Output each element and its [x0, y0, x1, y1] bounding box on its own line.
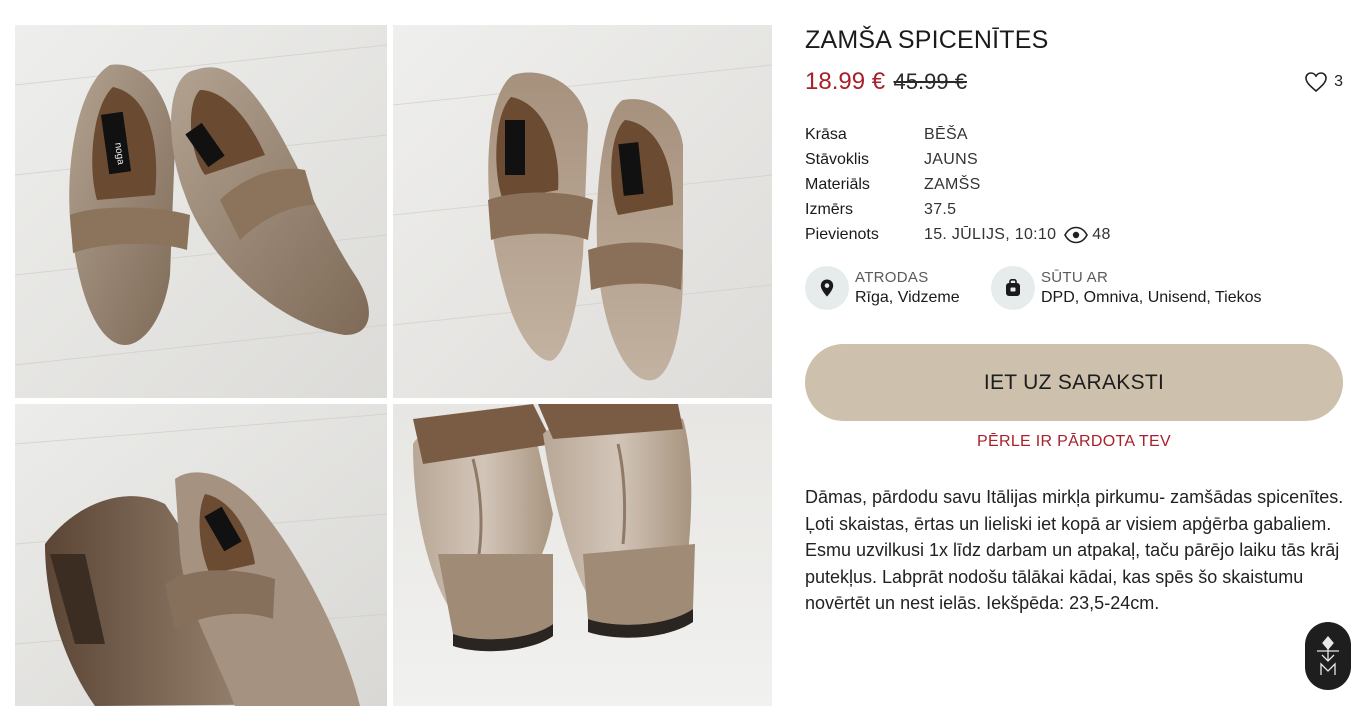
- location-block: ATRODAS Rīga, Vidzeme: [805, 266, 960, 310]
- go-to-list-button[interactable]: IET UZ SARAKSTI: [805, 344, 1343, 421]
- views-counter: 48: [1064, 226, 1110, 244]
- floating-brand-button[interactable]: [1305, 622, 1351, 690]
- attribute-label: Materiāls: [805, 175, 870, 193]
- attribute-row: Izmērs 37.5: [805, 197, 1111, 222]
- attribute-label: Pievienots: [805, 225, 879, 243]
- attribute-label: Krāsa: [805, 125, 847, 143]
- location-icon-circle: [805, 266, 849, 310]
- attribute-label: Stāvoklis: [805, 150, 870, 168]
- listing-title: ZAMŠA SPICENĪTES: [805, 26, 1049, 54]
- shipping-label: SŪTU AR: [1041, 269, 1109, 286]
- location-pin-icon: [820, 279, 834, 297]
- package-icon: [1006, 279, 1020, 296]
- brand-logo-icon: [1317, 635, 1339, 675]
- attribute-row: Pievienots 15. JŪLIJS, 10:10 48: [805, 222, 1111, 247]
- attribute-row: Stāvoklis JAUNS: [805, 147, 1111, 172]
- attribute-value: JAUNS: [924, 150, 978, 168]
- attributes-list: Krāsa BĒŠA Stāvoklis JAUNS Materiāls ZAM…: [805, 122, 1111, 247]
- listing-description: Dāmas, pārdodu savu Itālijas mirkļa pirk…: [805, 487, 1344, 614]
- listing-meta: ATRODAS Rīga, Vidzeme SŪTU AR DPD, Omniv…: [805, 266, 1345, 314]
- location-label: ATRODAS: [855, 269, 929, 286]
- current-price: 18.99 €: [805, 68, 886, 95]
- listing-info-panel: ZAMŠA SPICENĪTES 18.99 € 45.99 € 3 Krāsa…: [805, 0, 1345, 706]
- eye-icon: [1064, 226, 1089, 243]
- old-price: 45.99 €: [893, 69, 967, 94]
- date-added-text: 15. JŪLIJS, 10:10: [924, 225, 1057, 243]
- favorite-button[interactable]: 3: [1304, 71, 1343, 93]
- shipping-value: DPD, Omniva, Unisend, Tiekos: [1041, 289, 1262, 306]
- location-value: Rīga, Vidzeme: [855, 289, 960, 306]
- attribute-value: ZAMŠS: [924, 175, 981, 193]
- product-photo-1[interactable]: noga: [15, 25, 387, 398]
- price-row: 18.99 € 45.99 € 3: [805, 68, 1343, 98]
- photo-gallery: noga: [15, 25, 772, 706]
- date-added-value: 15. JŪLIJS, 10:10 48: [924, 226, 1111, 244]
- heart-outline-icon: [1305, 72, 1327, 93]
- attribute-value: BĒŠA: [924, 125, 968, 143]
- sold-notice: PĒRLE IR PĀRDOTA TEV: [977, 433, 1171, 450]
- attribute-row: Krāsa BĒŠA: [805, 122, 1111, 147]
- favorite-count: 3: [1334, 73, 1343, 90]
- views-count: 48: [1092, 225, 1111, 243]
- shipping-block: SŪTU AR DPD, Omniva, Unisend, Tiekos: [991, 266, 1262, 310]
- attribute-value: 37.5: [924, 200, 957, 218]
- shipping-icon-circle: [991, 266, 1035, 310]
- product-photo-2[interactable]: [393, 25, 772, 398]
- product-photo-4[interactable]: [393, 404, 772, 706]
- attribute-row: Materiāls ZAMŠS: [805, 172, 1111, 197]
- product-photo-3[interactable]: [15, 404, 387, 706]
- attribute-label: Izmērs: [805, 200, 853, 218]
